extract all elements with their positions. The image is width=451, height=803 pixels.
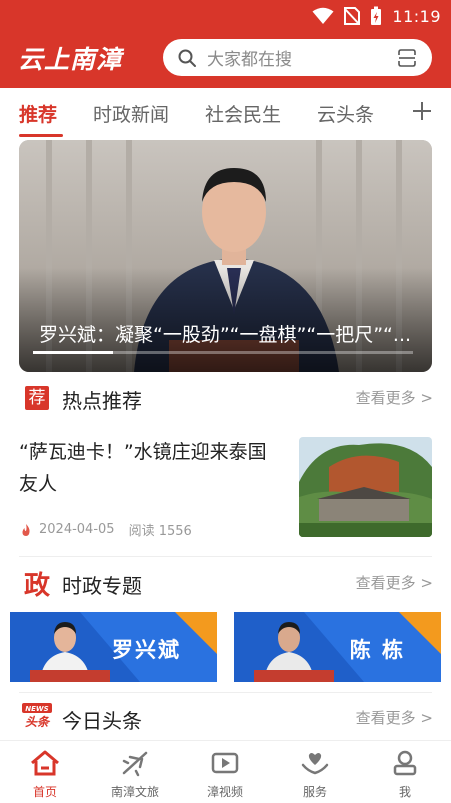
topic-card[interactable]: 罗兴斌 bbox=[10, 612, 217, 682]
today-headlines-header: NEWS 头条 今日头条 查看更多 > bbox=[0, 697, 451, 737]
news-meta: 2024-04-05 阅读 1556 bbox=[19, 520, 206, 539]
news-headline-badge-icon: NEWS 头条 bbox=[22, 703, 52, 729]
nav-label: 我 bbox=[398, 785, 411, 799]
search-bar[interactable]: 大家都在搜 bbox=[163, 39, 432, 76]
airplane-icon bbox=[122, 751, 148, 777]
topic-card-image bbox=[234, 612, 441, 682]
section-title: 热点推荐 bbox=[62, 389, 142, 413]
nav-culture-travel[interactable]: 南漳文旅 bbox=[90, 741, 180, 803]
active-tab-indicator bbox=[19, 134, 63, 137]
svg-text:NEWS: NEWS bbox=[25, 705, 48, 713]
section-title: 今日头条 bbox=[62, 709, 142, 733]
tab-recommend[interactable]: 推荐 bbox=[19, 100, 57, 127]
nav-video[interactable]: 漳视频 bbox=[180, 741, 270, 803]
recommend-badge-icon: 荐 bbox=[25, 386, 49, 410]
no-sim-icon bbox=[344, 7, 361, 25]
scan-icon[interactable] bbox=[396, 47, 418, 69]
bottom-navigation: 首页 南漳文旅 漳视频 服务 我 bbox=[0, 740, 451, 803]
channel-tabs: 推荐 时政新闻 社会民生 云头条 bbox=[0, 88, 451, 138]
nav-label: 服务 bbox=[302, 785, 327, 799]
tab-cloud-headlines[interactable]: 云头条 bbox=[317, 100, 374, 127]
news-thumbnail bbox=[299, 437, 432, 537]
heart-hand-icon bbox=[301, 753, 329, 775]
battery-charging-icon bbox=[371, 6, 382, 25]
politics-badge-icon: 政 bbox=[24, 571, 51, 601]
top-header: 11:19 云上南漳 大家都在搜 bbox=[0, 0, 451, 88]
view-more-link[interactable]: 查看更多 > bbox=[356, 707, 433, 728]
home-icon bbox=[31, 750, 59, 776]
tab-politics-news[interactable]: 时政新闻 bbox=[93, 100, 169, 127]
hot-recommend-header: 荐 热点推荐 查看更多 > bbox=[0, 377, 451, 417]
search-icon bbox=[178, 49, 196, 67]
nav-service[interactable]: 服务 bbox=[270, 741, 360, 803]
topic-card[interactable]: 陈 栋 bbox=[234, 612, 441, 682]
banner-caption: 罗兴斌：凝聚“一股劲”“一盘棋”“一把尺”“... bbox=[39, 324, 412, 346]
nav-label: 漳视频 bbox=[206, 785, 243, 799]
view-more-link[interactable]: 查看更多 > bbox=[356, 572, 433, 593]
topic-card-title: 罗兴斌 bbox=[112, 638, 181, 662]
headline-banner[interactable]: 罗兴斌：凝聚“一股劲”“一盘棋”“一把尺”“... bbox=[19, 140, 432, 372]
view-more-link[interactable]: 查看更多 > bbox=[356, 387, 433, 408]
news-item[interactable]: “萨瓦迪卡！”水镜庄迎来泰国友人 2024-04-05 阅读 1556 bbox=[19, 432, 432, 542]
add-channel-icon[interactable] bbox=[409, 98, 435, 124]
section-divider bbox=[19, 692, 432, 693]
app-screen: 11:19 云上南漳 大家都在搜 推荐 时政新闻 社会民生 云头条 罗兴斌：凝聚… bbox=[0, 0, 451, 803]
user-icon bbox=[393, 750, 417, 776]
wifi-icon bbox=[312, 7, 334, 24]
nav-me[interactable]: 我 bbox=[360, 741, 450, 803]
politics-topic-header: 政 时政专题 查看更多 > bbox=[0, 562, 451, 602]
tab-social-life[interactable]: 社会民生 bbox=[205, 100, 281, 127]
nav-home[interactable]: 首页 bbox=[0, 741, 90, 803]
hot-fire-icon bbox=[22, 523, 30, 536]
search-placeholder: 大家都在搜 bbox=[207, 50, 292, 70]
section-title: 时政专题 bbox=[62, 574, 142, 598]
banner-progress bbox=[33, 351, 413, 354]
status-bar: 11:19 bbox=[312, 6, 441, 26]
app-logo: 云上南漳 bbox=[18, 45, 123, 74]
news-headline: “萨瓦迪卡！”水镜庄迎来泰国友人 bbox=[19, 441, 267, 495]
topic-card-title: 陈 栋 bbox=[349, 638, 405, 662]
news-reads: 阅读 1556 bbox=[128, 524, 192, 539]
svg-text:头条: 头条 bbox=[25, 715, 51, 729]
nav-label: 南漳文旅 bbox=[110, 785, 159, 799]
news-date: 2024-04-05 bbox=[39, 522, 115, 537]
nav-label: 首页 bbox=[32, 785, 57, 799]
status-time: 11:19 bbox=[392, 6, 441, 26]
video-play-icon bbox=[211, 752, 239, 774]
section-divider bbox=[19, 556, 432, 557]
